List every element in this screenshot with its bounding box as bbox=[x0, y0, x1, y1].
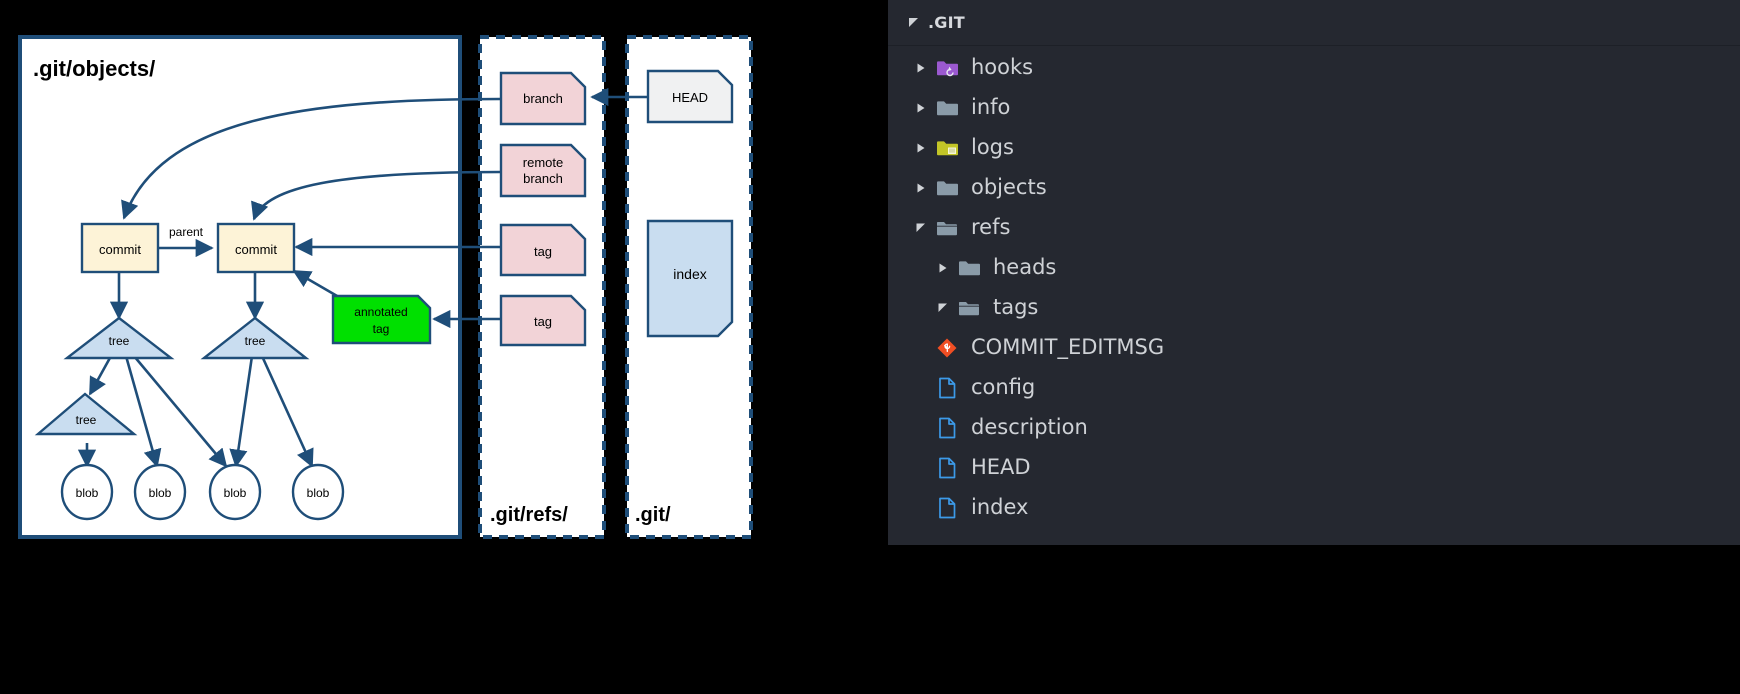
node-tag2[interactable]: tag bbox=[499, 294, 587, 347]
tree3-label: tree bbox=[76, 413, 97, 427]
node-annotated-tag[interactable]: annotated tag bbox=[331, 294, 432, 345]
screen-root: .git/objects/ .git/refs/ .git/ commit pa… bbox=[0, 0, 1740, 694]
folder-open-icon bbox=[932, 218, 962, 238]
node-blob1[interactable]: blob bbox=[60, 463, 114, 521]
tree-item-label: logs bbox=[971, 134, 1014, 159]
caret-collapsed-icon[interactable] bbox=[932, 263, 954, 273]
caret-collapsed-icon[interactable] bbox=[910, 103, 932, 113]
tree-item-label: heads bbox=[993, 254, 1057, 279]
tree-item-label: config bbox=[971, 374, 1036, 399]
tree-item-label: HEAD bbox=[971, 454, 1031, 479]
index-label: index bbox=[673, 266, 706, 282]
tag2-label: tag bbox=[534, 314, 552, 329]
node-commit1[interactable]: commit bbox=[80, 222, 160, 274]
tree-file-config[interactable]: config bbox=[888, 368, 1740, 408]
git-file-tree-panel: .GIT hooks info logs objects refs heads tags CO… bbox=[888, 0, 1740, 545]
tree-item-list: hooks info logs objects refs heads tags COMMIT_… bbox=[888, 46, 1740, 528]
folder-icon bbox=[954, 258, 984, 278]
caret-collapsed-icon[interactable] bbox=[910, 183, 932, 193]
caret-expanded-icon[interactable] bbox=[932, 303, 954, 313]
file-icon bbox=[932, 377, 962, 399]
file-icon bbox=[932, 497, 962, 519]
head-label: HEAD bbox=[672, 90, 708, 105]
tree-item-label: tags bbox=[993, 294, 1039, 319]
node-index[interactable]: index bbox=[646, 219, 734, 338]
node-tag1[interactable]: tag bbox=[499, 223, 587, 277]
tree-file-head[interactable]: HEAD bbox=[888, 448, 1740, 488]
tree1-label: tree bbox=[109, 334, 130, 348]
tree2-label: tree bbox=[245, 334, 266, 348]
tree-header-git-root[interactable]: .GIT bbox=[888, 0, 1740, 46]
tree-folder-heads[interactable]: heads bbox=[888, 248, 1740, 288]
diagram-canvas: .git/objects/ .git/refs/ .git/ commit pa… bbox=[0, 0, 880, 694]
node-commit2[interactable]: commit bbox=[216, 222, 296, 274]
remote-branch-label-line2: branch bbox=[523, 171, 563, 186]
file-icon bbox=[932, 417, 962, 439]
blob1-label: blob bbox=[76, 486, 99, 500]
tree-item-label: hooks bbox=[971, 54, 1034, 79]
node-blob3[interactable]: blob bbox=[208, 463, 262, 521]
caret-expanded-icon[interactable] bbox=[904, 17, 922, 28]
tag1-label: tag bbox=[534, 244, 552, 259]
panel-refs-label: .git/refs/ bbox=[490, 504, 568, 526]
file-icon bbox=[932, 457, 962, 479]
folder-hooks-icon bbox=[932, 58, 962, 78]
tree-folder-info[interactable]: info bbox=[888, 88, 1740, 128]
caret-collapsed-icon[interactable] bbox=[910, 63, 932, 73]
tree-folder-tags[interactable]: tags bbox=[888, 288, 1740, 328]
tree-file-description[interactable]: description bbox=[888, 408, 1740, 448]
folder-icon bbox=[932, 178, 962, 198]
tree-folder-logs[interactable]: logs bbox=[888, 128, 1740, 168]
git-file-icon bbox=[932, 337, 962, 359]
tree-folder-hooks[interactable]: hooks bbox=[888, 48, 1740, 88]
node-branch[interactable]: branch bbox=[499, 71, 587, 126]
node-head[interactable]: HEAD bbox=[646, 69, 734, 124]
tree-item-label: refs bbox=[971, 214, 1011, 239]
edge-label-parent: parent bbox=[169, 225, 204, 239]
node-blob2[interactable]: blob bbox=[133, 463, 187, 521]
tree-item-label: info bbox=[971, 94, 1011, 119]
branch-label: branch bbox=[523, 91, 563, 106]
commit1-label: commit bbox=[99, 242, 141, 257]
panel-objects-label: .git/objects/ bbox=[33, 56, 155, 81]
folder-icon bbox=[932, 98, 962, 118]
blob4-label: blob bbox=[307, 486, 330, 500]
remote-branch-label-line1: remote bbox=[523, 155, 563, 170]
tree-header-title: .GIT bbox=[928, 13, 965, 32]
tree-item-label: description bbox=[971, 414, 1088, 439]
blob3-label: blob bbox=[224, 486, 247, 500]
git-object-model-diagram: .git/objects/ .git/refs/ .git/ commit pa… bbox=[0, 0, 880, 694]
node-blob4[interactable]: blob bbox=[291, 463, 345, 521]
tree-item-label: objects bbox=[971, 174, 1047, 199]
folder-logs-icon bbox=[932, 138, 962, 158]
tree-item-label: index bbox=[971, 494, 1029, 519]
tree-folder-objects[interactable]: objects bbox=[888, 168, 1740, 208]
blob2-label: blob bbox=[149, 486, 172, 500]
folder-open-icon bbox=[954, 298, 984, 318]
commit2-label: commit bbox=[235, 242, 277, 257]
annotated-tag-label-line1: annotated bbox=[354, 305, 407, 319]
caret-expanded-icon[interactable] bbox=[910, 223, 932, 233]
annotated-tag-label-line2: tag bbox=[373, 322, 390, 336]
tree-item-label: COMMIT_EDITMSG bbox=[971, 334, 1165, 359]
panel-git-label: .git/ bbox=[635, 504, 671, 526]
tree-file-index[interactable]: index bbox=[888, 488, 1740, 528]
tree-file-commit_editmsg[interactable]: COMMIT_EDITMSG bbox=[888, 328, 1740, 368]
tree-folder-refs[interactable]: refs bbox=[888, 208, 1740, 248]
node-remote-branch[interactable]: remote branch bbox=[499, 143, 587, 198]
caret-collapsed-icon[interactable] bbox=[910, 143, 932, 153]
